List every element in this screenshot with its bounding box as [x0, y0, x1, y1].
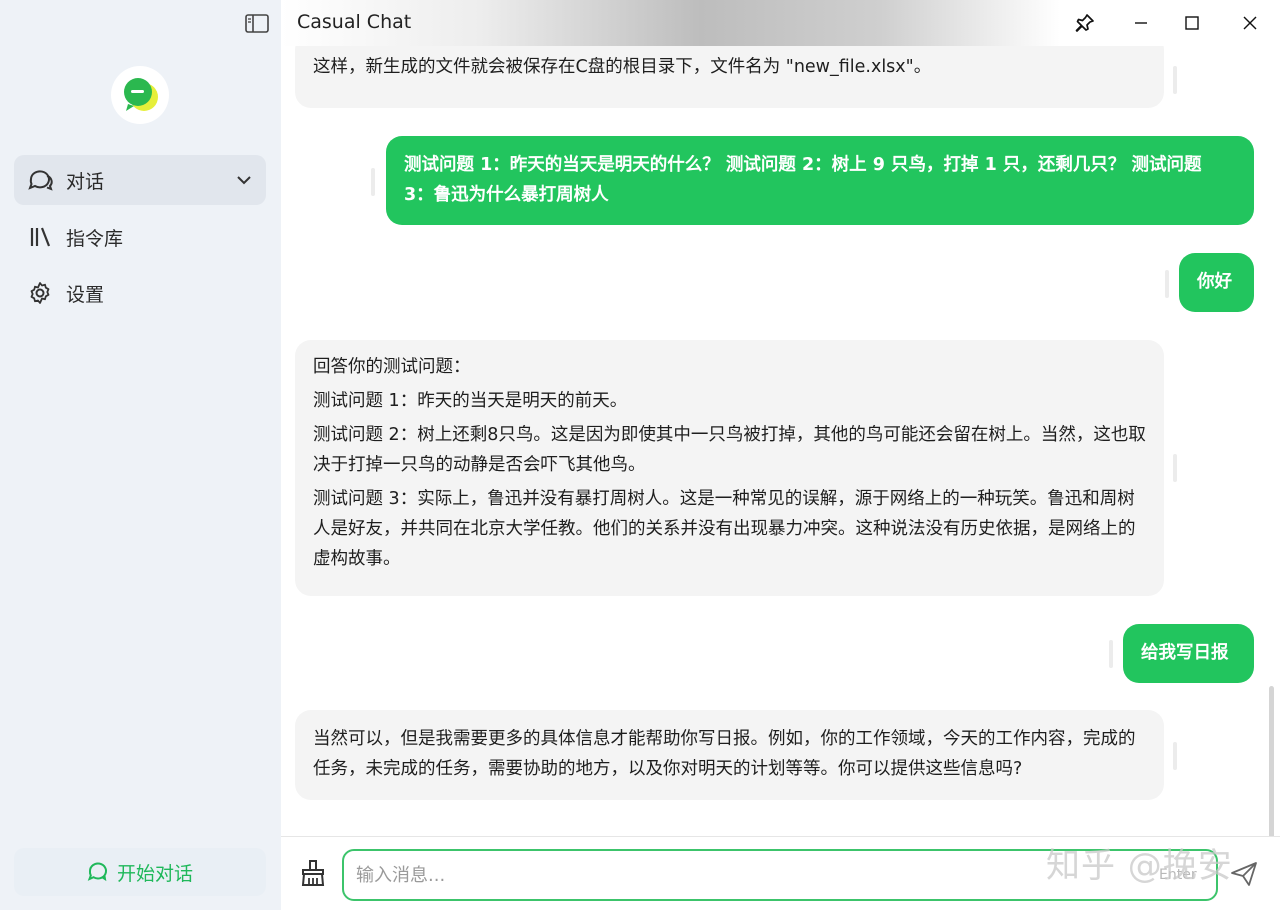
- sidebar-item-label: 设置: [66, 283, 105, 306]
- assistant-message: 这样，新生成的文件就会被保存在C盘的根目录下，文件名为 "new_file.xl…: [295, 46, 1164, 108]
- new-chat-label: 开始对话: [116, 862, 193, 885]
- message-handle[interactable]: [1165, 270, 1169, 298]
- minimize-icon[interactable]: [1125, 8, 1157, 38]
- message-paragraph: 回答你的测试问题：: [313, 357, 471, 377]
- assistant-message: 当然可以，但是我需要更多的具体信息才能帮助你写日报。例如，你的工作领域，今天的工…: [295, 710, 1164, 800]
- sidebar: 对话 指令库 设置 开始对话: [0, 0, 281, 910]
- watermark: 知乎 @挽安: [1046, 846, 1233, 886]
- sidebar-toggle-icon[interactable]: [244, 12, 270, 34]
- user-message: 给我写日报: [1123, 624, 1254, 683]
- assistant-message: 回答你的测试问题： 测试问题 1：昨天的当天是明天的前天。 测试问题 2：树上还…: [295, 340, 1164, 596]
- chat-plus-icon: [87, 861, 109, 883]
- title-bar: Casual Chat: [281, 0, 1280, 46]
- message-paragraph: 测试问题 3：实际上，鲁迅并没有暴打周树人。这是一种常见的误解，源于网络上的一种…: [313, 489, 1136, 569]
- new-chat-button[interactable]: 开始对话: [14, 848, 266, 896]
- chat-panel: Casual Chat 这样，新生成的文件就会被保存在C盘的根目录下，文件名为 …: [281, 0, 1280, 910]
- user-message: 测试问题 1：昨天的当天是明天的什么？ 测试问题 2：树上 9 只鸟，打掉 1 …: [386, 136, 1254, 225]
- pin-icon[interactable]: [1069, 8, 1101, 38]
- app-logo: [111, 66, 169, 124]
- sidebar-item-settings[interactable]: 设置: [14, 268, 266, 318]
- sidebar-item-label: 指令库: [66, 227, 124, 250]
- message-handle[interactable]: [1173, 66, 1177, 94]
- message-text: 你好: [1197, 272, 1232, 292]
- message-handle[interactable]: [1173, 742, 1177, 770]
- message-handle[interactable]: [1173, 454, 1177, 482]
- sidebar-item-prompt-library[interactable]: 指令库: [14, 212, 266, 262]
- chat-bubbles-icon: [26, 166, 54, 194]
- window-title: Casual Chat: [297, 11, 412, 33]
- message-text: 这样，新生成的文件就会被保存在C盘的根目录下，文件名为 "new_file.xl…: [313, 57, 932, 77]
- send-icon[interactable]: [1229, 859, 1259, 889]
- maximize-icon[interactable]: [1176, 8, 1208, 38]
- message-paragraph: 测试问题 1：昨天的当天是明天的前天。: [313, 391, 628, 411]
- message-text: 给我写日报: [1141, 643, 1229, 663]
- scrollbar[interactable]: [1269, 686, 1274, 836]
- message-text: 当然可以，但是我需要更多的具体信息才能帮助你写日报。例如，你的工作领域，今天的工…: [313, 729, 1136, 779]
- close-icon[interactable]: [1234, 8, 1266, 38]
- message-text: 测试问题 1：昨天的当天是明天的什么？ 测试问题 2：树上 9 只鸟，打掉 1 …: [404, 155, 1202, 205]
- message-handle[interactable]: [1109, 640, 1113, 668]
- library-icon: [26, 223, 54, 251]
- sidebar-item-label: 对话: [66, 170, 105, 193]
- message-handle[interactable]: [371, 168, 375, 196]
- broom-icon[interactable]: [299, 857, 327, 889]
- sidebar-item-chat[interactable]: 对话: [14, 155, 266, 205]
- message-list[interactable]: 这样，新生成的文件就会被保存在C盘的根目录下，文件名为 "new_file.xl…: [281, 46, 1280, 836]
- user-message: 你好: [1179, 253, 1254, 312]
- chat-logo-icon: [124, 78, 158, 111]
- gear-icon: [26, 279, 54, 307]
- chevron-down-icon[interactable]: [236, 171, 252, 193]
- message-paragraph: 测试问题 2：树上还剩8只鸟。这是因为即使其中一只鸟被打掉，其他的鸟可能还会留在…: [313, 425, 1146, 475]
